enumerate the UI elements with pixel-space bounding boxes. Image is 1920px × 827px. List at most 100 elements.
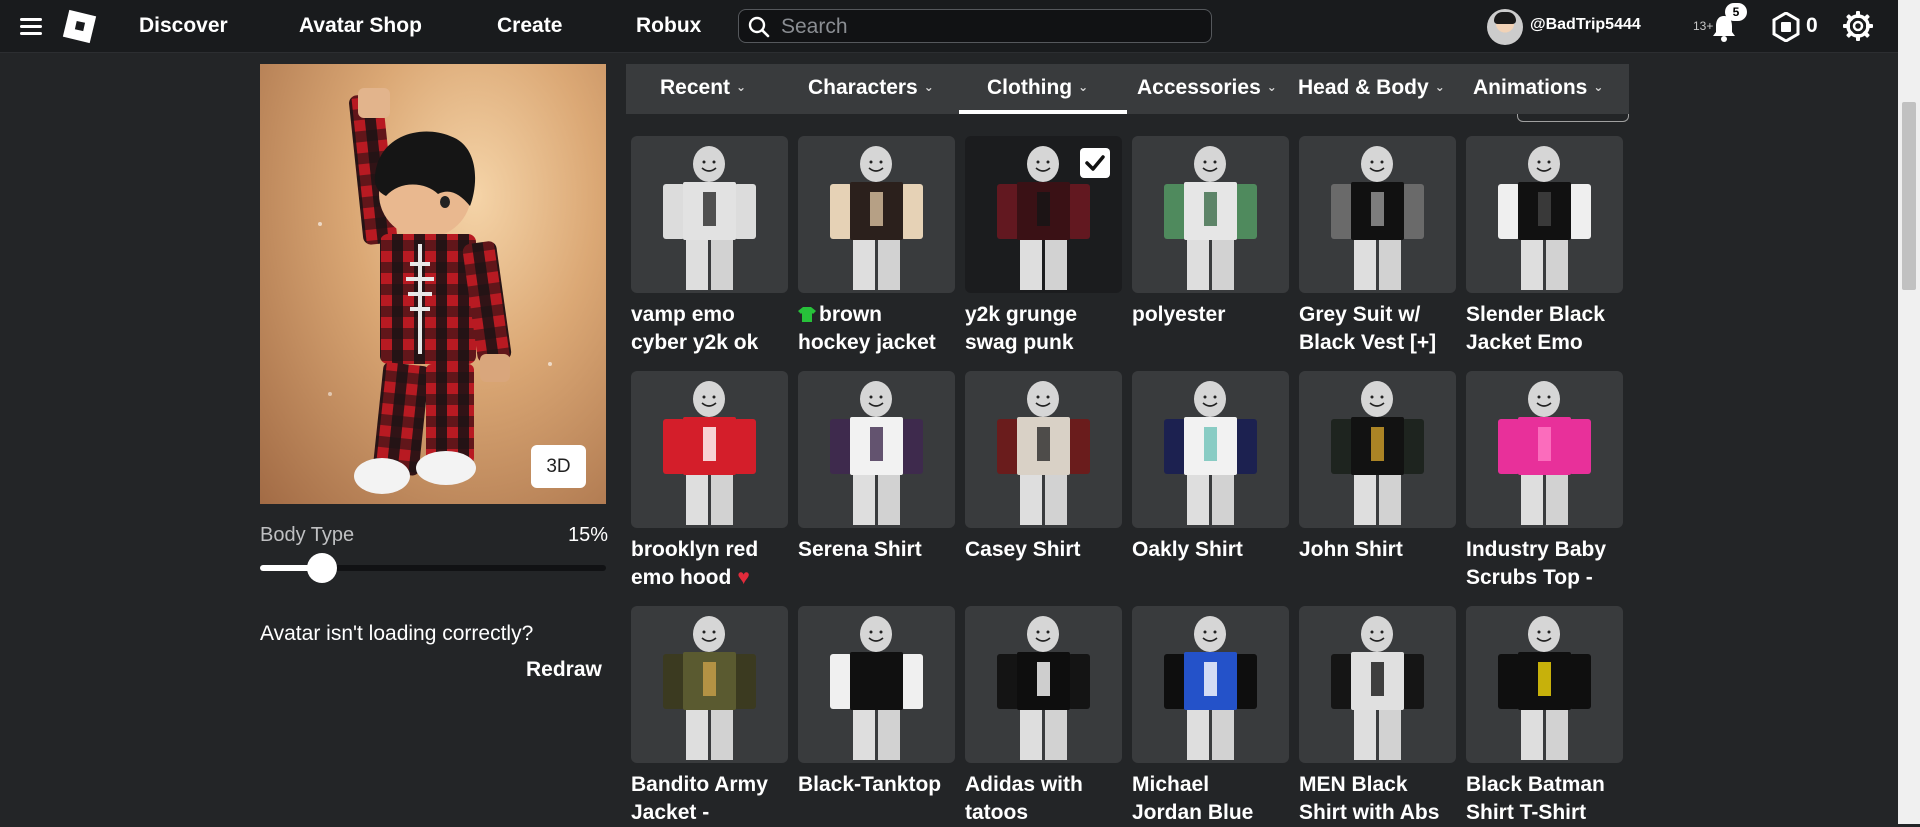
tab-accessories[interactable]: Accessories ⌄ [1137,76,1277,100]
item-thumbnail[interactable] [1466,136,1623,293]
scrollbar-thumb[interactable] [1902,102,1916,290]
nav-link-avatar-shop[interactable]: Avatar Shop [299,14,422,38]
user-avatar[interactable] [1487,9,1523,45]
item-name[interactable]: Bandito Army Jacket - [631,771,788,827]
dummy-mannequin-image [1164,381,1257,525]
item-thumbnail[interactable] [1299,136,1456,293]
nav-link-robux[interactable]: Robux [636,14,701,38]
item-name-line: brooklyn red [631,538,759,561]
item-thumbnail[interactable] [1466,371,1623,528]
tab-label: Accessories [1137,76,1261,99]
item-name[interactable]: MEN Black Shirt with Abs [1299,771,1456,827]
item-name[interactable]: vamp emo cyber y2k ok [631,301,788,357]
item-name[interactable]: Industry Baby Scrubs Top - [1466,536,1623,592]
item-name[interactable]: Grey Suit w/Black Vest [+] [1299,301,1456,357]
clothing-item[interactable]: Adidas with tatoos [965,606,1122,827]
heart-icon: ♥ [737,566,750,589]
search-input[interactable] [779,12,1203,42]
item-thumbnail[interactable] [798,606,955,763]
item-thumbnail[interactable] [965,371,1122,528]
item-name[interactable]: Michael Jordan Blue [1132,771,1289,827]
body-type-slider-thumb[interactable] [306,553,337,583]
clothing-item[interactable]: polyester [1132,136,1289,329]
nav-link-create[interactable]: Create [497,14,562,38]
item-name[interactable]: brown hockey jacket [798,301,955,357]
nav-link-discover[interactable]: Discover [139,14,228,38]
clothing-item[interactable]: Industry Baby Scrubs Top - [1466,371,1623,592]
clothing-item[interactable]: Black-Tanktop [798,606,955,799]
item-name[interactable]: Slender Black Jacket Emo [1466,301,1623,357]
view-3d-button[interactable]: 3D [531,445,586,488]
item-thumbnail[interactable] [631,136,788,293]
tab-clothing[interactable]: Clothing ⌄ [987,76,1088,100]
item-name-line: tatoos [965,801,1028,824]
menu-icon[interactable] [18,14,46,38]
clothing-item[interactable]: brown hockey jacket [798,136,955,357]
clothing-item[interactable]: MEN Black Shirt with Abs [1299,606,1456,827]
dummy-mannequin-image [1331,381,1424,525]
item-name-line: Shirt T-Shirt [1466,801,1587,824]
robux-icon[interactable] [1771,12,1801,42]
clothing-item[interactable]: Slender Black Jacket Emo [1466,136,1623,357]
item-thumbnail[interactable] [798,371,955,528]
tab-animations[interactable]: Animations ⌄ [1473,76,1603,100]
tab-label: Characters [808,76,918,99]
item-thumbnail[interactable] [965,606,1122,763]
tab-characters[interactable]: Characters ⌄ [808,76,934,100]
item-name-line: Slender Black [1466,303,1605,326]
clothing-item[interactable]: Black Batman Shirt T-Shirt [1466,606,1623,827]
item-name[interactable]: John Shirt [1299,536,1456,564]
item-name-line: Casey Shirt [965,538,1081,561]
clothing-item[interactable]: Grey Suit w/Black Vest [+] [1299,136,1456,357]
item-thumbnail[interactable] [1132,136,1289,293]
tab-head-body[interactable]: Head & Body ⌄ [1298,76,1445,100]
clothing-item[interactable]: y2k grunge swag punk [965,136,1122,357]
dummy-mannequin-image [830,381,923,525]
item-name[interactable]: y2k grunge swag punk [965,301,1122,357]
item-name[interactable]: Black Batman Shirt T-Shirt [1466,771,1623,827]
item-thumbnail[interactable] [1299,606,1456,763]
item-thumbnail[interactable] [1466,606,1623,763]
chevron-down-icon: ⌄ [1434,80,1445,94]
item-name-line: vamp emo [631,303,735,326]
item-thumbnail[interactable] [965,136,1122,293]
item-name[interactable]: Casey Shirt [965,536,1122,564]
robux-balance[interactable]: 0 [1806,14,1818,38]
item-name[interactable]: Serena Shirt [798,536,955,564]
avatar-render [318,88,552,494]
clothing-item[interactable]: vamp emo cyber y2k ok [631,136,788,357]
partially-hidden-button[interactable] [1517,114,1629,122]
item-name-line: Jacket - [631,801,710,824]
selected-check-icon[interactable] [1080,148,1110,178]
clothing-item[interactable]: John Shirt [1299,371,1456,564]
redraw-button[interactable]: Redraw [526,658,602,682]
item-name[interactable]: brooklyn red emo hood ♥ [631,536,788,592]
tab-recent[interactable]: Recent ⌄ [660,76,746,100]
item-name[interactable]: Black-Tanktop [798,771,955,799]
item-thumbnail[interactable] [631,606,788,763]
item-name-line: hockey jacket [798,331,936,354]
gear-icon[interactable] [1843,11,1873,41]
clothing-item[interactable]: Michael Jordan Blue [1132,606,1289,827]
clothing-item[interactable]: Oakly Shirt [1132,371,1289,564]
body-type-label: Body Type [260,524,355,546]
item-name[interactable]: Oakly Shirt [1132,536,1289,564]
search-box[interactable] [738,9,1212,43]
clothing-item[interactable]: brooklyn red emo hood ♥ [631,371,788,592]
dummy-mannequin-image [1498,381,1591,525]
item-thumbnail[interactable] [1132,606,1289,763]
dummy-mannequin-image [997,381,1090,525]
item-name[interactable]: polyester [1132,301,1289,329]
clothing-item[interactable]: Bandito Army Jacket - [631,606,788,827]
item-name-line: Black Batman [1466,773,1605,796]
roblox-logo[interactable] [61,8,98,45]
item-thumbnail[interactable] [1299,371,1456,528]
item-thumbnail[interactable] [631,371,788,528]
clothing-item[interactable]: Casey Shirt [965,371,1122,564]
item-thumbnail[interactable] [1132,371,1289,528]
username[interactable]: @BadTrip5444 [1530,16,1641,34]
item-thumbnail[interactable] [798,136,955,293]
item-name[interactable]: Adidas with tatoos [965,771,1122,827]
dummy-mannequin-image [1331,616,1424,760]
clothing-item[interactable]: Serena Shirt [798,371,955,564]
